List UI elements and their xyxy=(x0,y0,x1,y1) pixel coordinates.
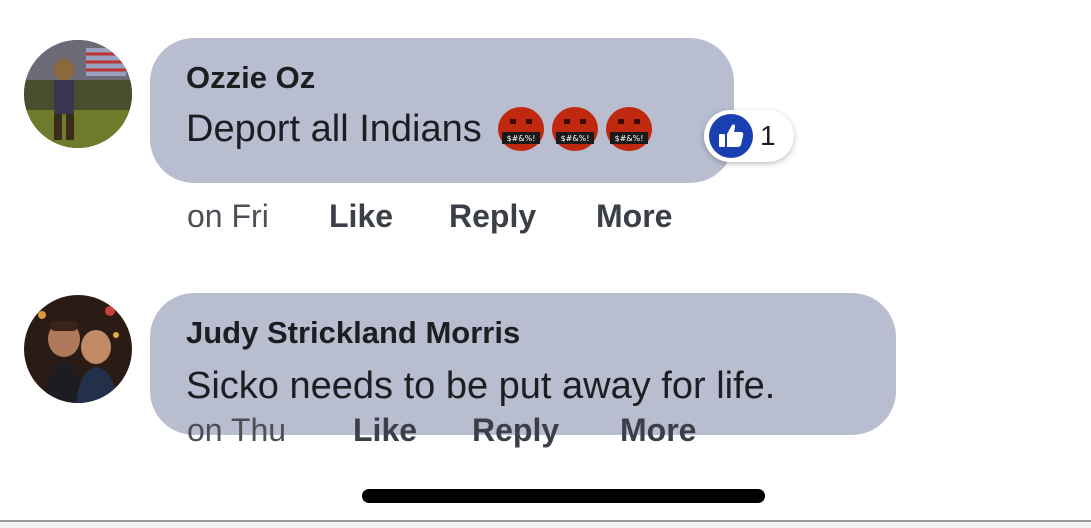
like-button[interactable]: Like xyxy=(329,198,449,235)
comment-text-row: Deport all Indians $#&%! $#&%! $#&%! xyxy=(186,104,698,154)
comment-author[interactable]: Judy Strickland Morris xyxy=(186,315,860,351)
reaction-count: 1 xyxy=(760,120,776,151)
like-thumb-icon xyxy=(709,114,753,158)
comment-text: Sicko needs to be put away for life. xyxy=(186,365,776,407)
comment-bubble: Ozzie Oz Deport all Indians $#&%! $#&%! … xyxy=(150,38,734,183)
avatar[interactable] xyxy=(24,295,132,403)
angry-cursing-face-icon: $#&%! xyxy=(605,107,652,151)
more-button[interactable]: More xyxy=(620,412,696,449)
comments-screen: Ozzie Oz Deport all Indians $#&%! $#&%! … xyxy=(0,0,1091,528)
comment-actions: on Thu Like Reply More xyxy=(187,412,696,449)
svg-text:$#&%!: $#&%! xyxy=(614,134,643,143)
comment-text-row: Sicko needs to be put away for life. xyxy=(186,361,860,411)
comment-timestamp[interactable]: on Fri xyxy=(187,198,329,235)
emoji-group: $#&%! $#&%! $#&%! xyxy=(496,106,654,152)
avatar-photo-icon xyxy=(24,40,132,148)
comment-actions: on Fri Like Reply More xyxy=(187,198,672,235)
reaction-badge[interactable]: 1 xyxy=(704,110,794,162)
svg-text:$#&%!: $#&%! xyxy=(560,134,589,143)
avatar-photo-icon xyxy=(24,295,132,403)
comment-text: Deport all Indians xyxy=(186,108,482,150)
bottom-bar xyxy=(0,522,1091,528)
angry-cursing-face-icon: $#&%! xyxy=(551,107,598,151)
reply-button[interactable]: Reply xyxy=(472,412,620,449)
comment-author[interactable]: Ozzie Oz xyxy=(186,60,698,96)
home-indicator[interactable] xyxy=(362,489,765,503)
avatar[interactable] xyxy=(24,40,132,148)
reply-button[interactable]: Reply xyxy=(449,198,596,235)
svg-text:$#&%!: $#&%! xyxy=(506,134,535,143)
angry-cursing-face-icon: $#&%! xyxy=(497,107,544,151)
more-button[interactable]: More xyxy=(596,198,672,235)
comment-timestamp[interactable]: on Thu xyxy=(187,412,353,449)
like-button[interactable]: Like xyxy=(353,412,472,449)
